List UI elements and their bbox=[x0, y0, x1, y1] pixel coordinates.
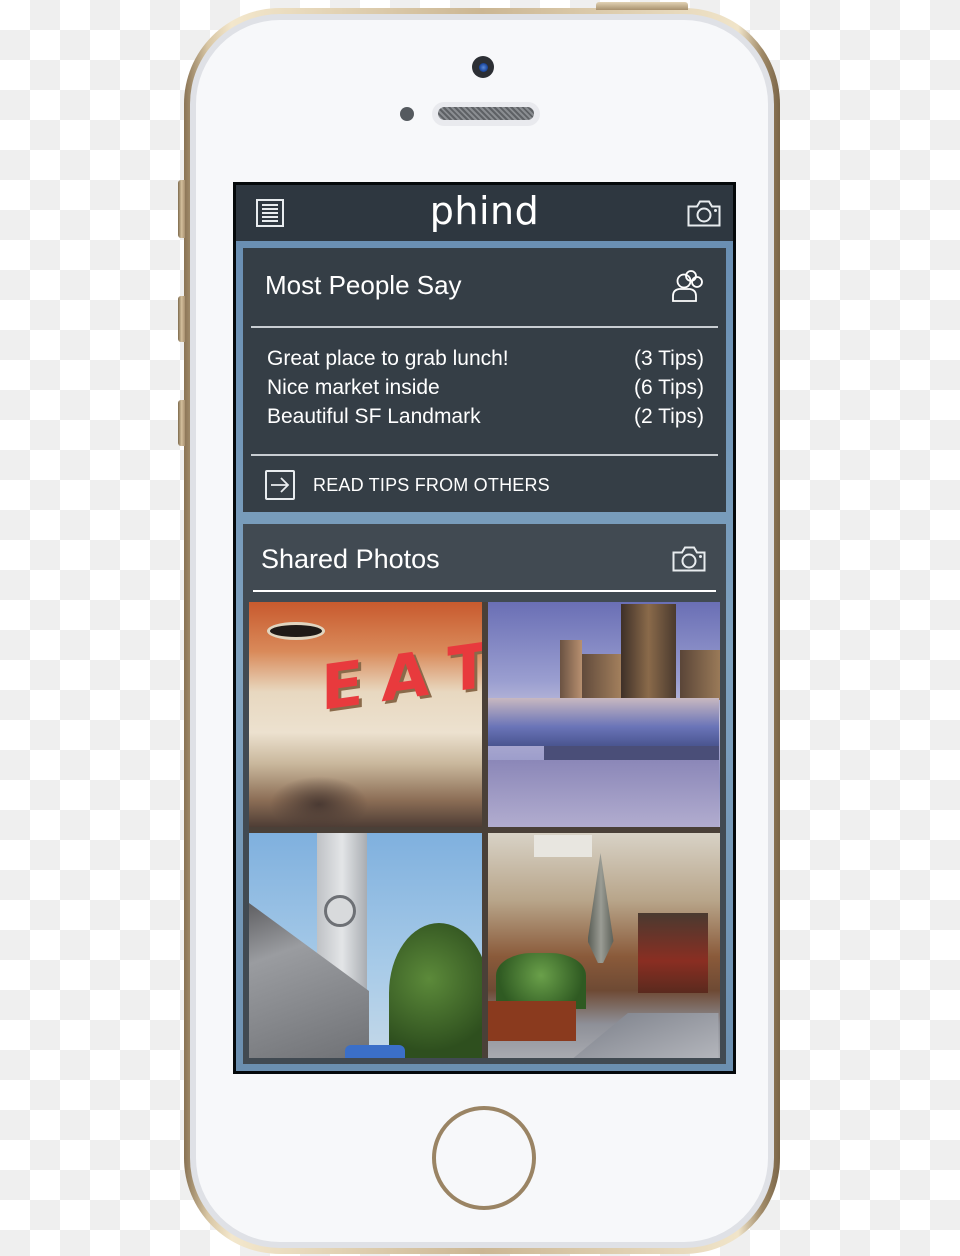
camera-icon[interactable] bbox=[672, 546, 706, 572]
tip-text: Nice market inside bbox=[267, 376, 440, 399]
photo-ferry-skyline[interactable] bbox=[487, 602, 720, 827]
tree bbox=[389, 923, 482, 1058]
tip-item[interactable]: Beautiful SF Landmark (2 Tips) bbox=[267, 402, 704, 431]
building bbox=[679, 650, 720, 700]
app-screen: phind Most People Say Great place to gra… bbox=[233, 182, 736, 1074]
table bbox=[487, 1001, 576, 1041]
power-button bbox=[596, 2, 688, 10]
shared-photos-card: Shared Photos EAT bbox=[243, 524, 726, 1064]
sign-letter: T bbox=[447, 628, 482, 708]
water bbox=[487, 760, 719, 827]
most-people-say-card: Most People Say Great place to grab lunc… bbox=[243, 248, 726, 512]
mute-switch bbox=[178, 180, 185, 238]
sign-letter: A bbox=[381, 636, 430, 717]
tip-text: Great place to grab lunch! bbox=[267, 347, 509, 370]
tip-item[interactable]: Nice market inside (6 Tips) bbox=[267, 373, 704, 402]
tent bbox=[345, 1045, 405, 1058]
volume-up-button bbox=[178, 296, 185, 342]
arrow-right-box-icon bbox=[265, 470, 295, 500]
card-header: Most People Say bbox=[243, 248, 726, 326]
photo-eat-market[interactable]: EAT bbox=[249, 602, 482, 827]
app-logo: phind bbox=[429, 189, 540, 233]
people-group-icon[interactable] bbox=[670, 268, 706, 304]
card-title: Shared Photos bbox=[261, 544, 440, 574]
app-navbar: phind bbox=[236, 185, 733, 241]
volume-down-button bbox=[178, 400, 185, 446]
tip-count: (3 Tips) bbox=[633, 347, 704, 370]
stall bbox=[637, 913, 708, 993]
divider bbox=[251, 454, 718, 456]
floor bbox=[567, 1013, 719, 1058]
eat-sign: EAT bbox=[321, 628, 482, 725]
photo-grid: EAT bbox=[249, 602, 720, 1058]
sign bbox=[533, 835, 592, 857]
earpiece-speaker bbox=[432, 102, 540, 126]
photo-clock-tower[interactable] bbox=[249, 833, 482, 1058]
tip-text: Beautiful SF Landmark bbox=[267, 405, 481, 428]
card-title: Most People Say bbox=[265, 270, 462, 300]
read-tips-button[interactable]: READ TIPS FROM OTHERS bbox=[265, 470, 550, 500]
sign-letter: E bbox=[321, 645, 364, 725]
content-area: Most People Say Great place to grab lunc… bbox=[236, 241, 733, 1071]
front-camera bbox=[472, 56, 494, 78]
camera-icon[interactable] bbox=[687, 199, 721, 227]
tip-count: (6 Tips) bbox=[633, 376, 704, 399]
lamp bbox=[267, 622, 325, 640]
photo-market-stalls[interactable] bbox=[487, 833, 720, 1058]
divider bbox=[251, 326, 718, 328]
building bbox=[620, 604, 676, 704]
divider bbox=[253, 590, 716, 592]
umbrella bbox=[587, 853, 614, 963]
home-button[interactable] bbox=[432, 1106, 536, 1210]
ferry-building bbox=[487, 698, 719, 746]
tip-item[interactable]: Great place to grab lunch! (3 Tips) bbox=[267, 344, 704, 373]
proximity-sensor bbox=[400, 107, 414, 121]
read-tips-label: READ TIPS FROM OTHERS bbox=[313, 474, 550, 495]
tip-count: (2 Tips) bbox=[633, 405, 704, 428]
tips-list: Great place to grab lunch! (3 Tips) Nice… bbox=[267, 344, 704, 431]
clock-face bbox=[324, 895, 356, 927]
pier bbox=[543, 746, 719, 760]
